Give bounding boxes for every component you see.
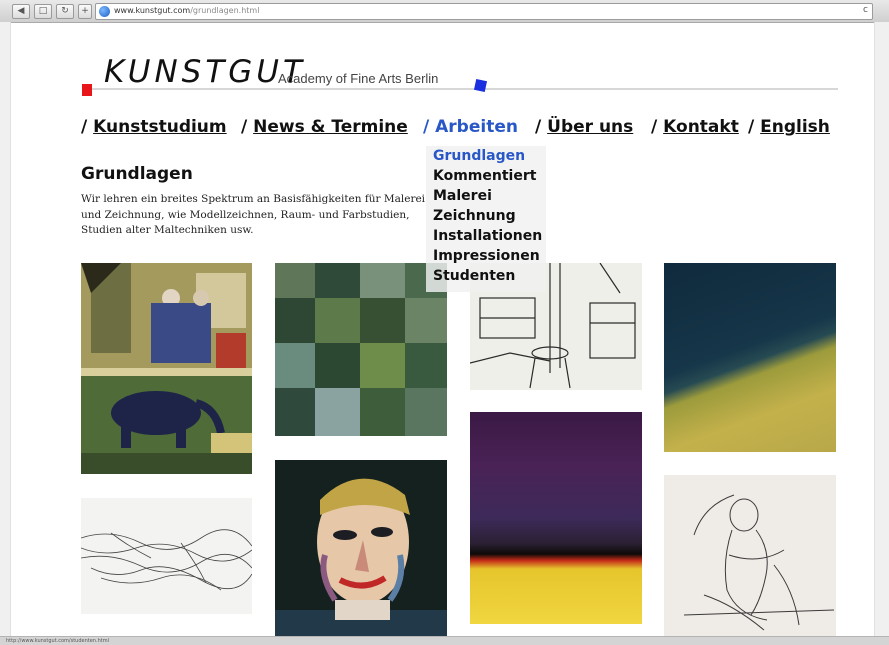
- back-button-icon[interactable]: ◀: [12, 4, 30, 19]
- dropdown-item-studenten[interactable]: Studenten: [433, 268, 515, 284]
- gallery-image-green-checker[interactable]: [275, 263, 447, 436]
- address-bar[interactable]: www.kunstgut.com/grundlagen.html c: [95, 3, 873, 20]
- page-scrollbar[interactable]: [874, 22, 889, 636]
- gallery-image-portrait[interactable]: [275, 460, 447, 644]
- gallery-image-landscape[interactable]: [664, 263, 836, 452]
- arbeiten-dropdown-menu: Grundlagen Kommentiert Malerei Zeichnung…: [426, 146, 546, 292]
- gallery-image-line-drawing[interactable]: [81, 498, 252, 614]
- dropdown-item-malerei[interactable]: Malerei: [433, 188, 492, 204]
- globe-icon: [99, 6, 110, 17]
- gallery-image-figure-drawing[interactable]: [664, 475, 836, 636]
- dropdown-item-grundlagen[interactable]: Grundlagen: [433, 148, 525, 164]
- nav-item-arbeiten[interactable]: / Arbeiten: [423, 117, 518, 137]
- nav-item-label[interactable]: Kontakt: [663, 117, 739, 137]
- intro-text: Wir lehren ein breites Spektrum an Basis…: [81, 193, 426, 236]
- nav-item-news[interactable]: / News & Termine: [241, 117, 408, 137]
- site-tagline: Academy of Fine Arts Berlin: [278, 71, 439, 86]
- red-square-decoration: [82, 84, 92, 96]
- gallery-image-zoo-painting[interactable]: [81, 263, 252, 474]
- dropdown-item-installationen[interactable]: Installationen: [433, 228, 542, 244]
- dropdown-item-zeichnung[interactable]: Zeichnung: [433, 208, 516, 224]
- site-logo[interactable]: KUNSTGUT: [104, 54, 306, 90]
- dropdown-item-impressionen[interactable]: Impressionen: [433, 248, 540, 264]
- url-text[interactable]: www.kunstgut.com/grundlagen.html: [114, 6, 259, 15]
- add-bookmark-button[interactable]: +: [78, 4, 92, 19]
- page-frame-left: [0, 22, 11, 636]
- refresh-icon[interactable]: c: [863, 5, 868, 15]
- nav-item-label[interactable]: News & Termine: [253, 117, 408, 137]
- nav-item-label[interactable]: Über uns: [547, 117, 633, 137]
- dropdown-item-kommentiert[interactable]: Kommentiert: [433, 168, 536, 184]
- nav-item-kunststudium[interactable]: / Kunststudium: [81, 117, 227, 137]
- browser-toolbar: ◀ □ ↻ + www.kunstgut.com/grundlagen.html…: [0, 0, 889, 23]
- nav-item-kontakt[interactable]: / Kontakt: [651, 117, 739, 137]
- bookmark-icon[interactable]: □: [34, 4, 52, 19]
- gallery-image-abstract-purple[interactable]: [470, 412, 642, 624]
- nav-item-label[interactable]: Arbeiten: [435, 117, 518, 137]
- nav-item-label[interactable]: Kunststudium: [93, 117, 227, 137]
- nav-item-english[interactable]: / English: [748, 117, 830, 137]
- nav-item-ueber-uns[interactable]: / Über uns: [535, 117, 633, 137]
- reload-page-icon[interactable]: ↻: [56, 4, 74, 19]
- blue-square-decoration: [473, 78, 488, 93]
- page-title: Grundlagen: [81, 164, 193, 184]
- nav-item-label[interactable]: English: [760, 117, 830, 137]
